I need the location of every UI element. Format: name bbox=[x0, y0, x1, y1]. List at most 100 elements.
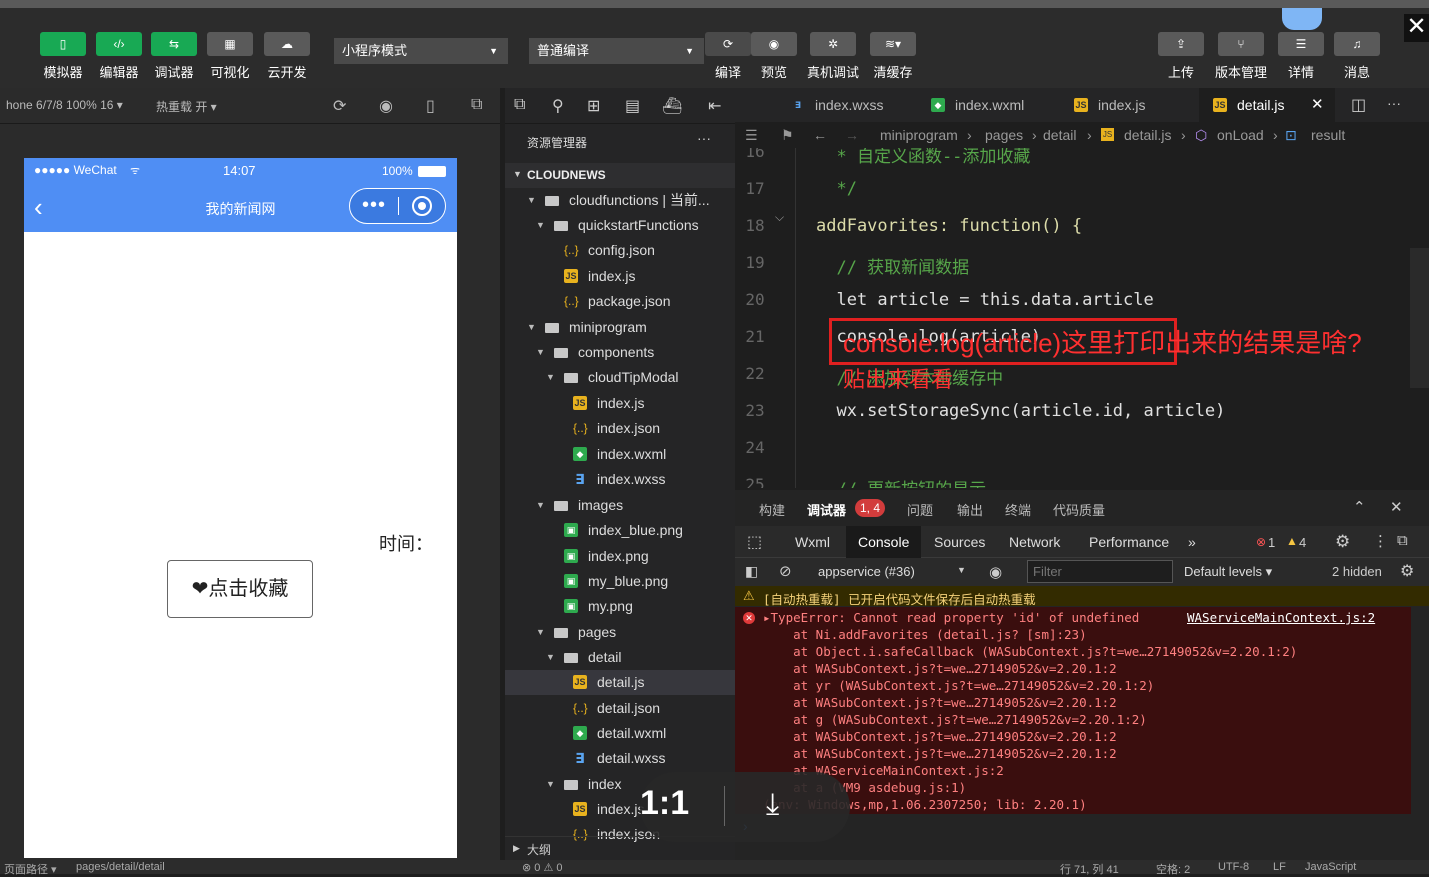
tab-index-js[interactable]: JS index.js bbox=[1060, 88, 1197, 122]
language-mode[interactable]: JavaScript bbox=[1305, 861, 1356, 873]
cursor-position[interactable]: 行 71, 列 41 bbox=[1060, 861, 1119, 877]
line-ending[interactable]: LF bbox=[1273, 861, 1286, 873]
dock-icon[interactable]: ⧉ bbox=[1397, 532, 1408, 549]
stop-icon[interactable]: ◉ bbox=[379, 96, 393, 116]
error-source-link[interactable]: WAServiceMainContext.js:2 bbox=[1187, 610, 1375, 625]
panel-icon[interactable]: ⇤ bbox=[708, 96, 721, 116]
more-icon[interactable]: ••• bbox=[362, 195, 386, 215]
tab-code-quality[interactable]: 代码质量 bbox=[1053, 500, 1105, 519]
tab-terminal[interactable]: 终端 bbox=[1005, 500, 1031, 519]
more-icon[interactable]: ··· bbox=[1387, 95, 1401, 111]
fold-icon[interactable]: ⌵ bbox=[775, 210, 784, 225]
folder-item[interactable]: ▼ cloudTipModal bbox=[505, 365, 735, 390]
tab-sources[interactable]: Sources bbox=[934, 534, 985, 550]
tab-index-wxml[interactable]: ◆ index.wxml bbox=[917, 88, 1057, 122]
cloud-dev-button[interactable]: ☁ 云开发 bbox=[264, 32, 310, 81]
editor-button[interactable]: ‹/› 编辑器 bbox=[96, 32, 142, 81]
download-icon[interactable]: ⤓ bbox=[766, 788, 779, 822]
folder-item[interactable]: ▼ images bbox=[505, 493, 735, 518]
debugger-button[interactable]: ⇆ 调试器 bbox=[151, 32, 197, 81]
file-item[interactable]: ◆ detail.wxml bbox=[505, 721, 735, 746]
tab-detail-js[interactable]: JS detail.js ✕ bbox=[1199, 88, 1335, 122]
device-select[interactable]: hone 6/7/8 100% 16 ▾ bbox=[6, 98, 123, 112]
close-icon[interactable]: ✕ bbox=[1311, 88, 1324, 122]
file-item[interactable]: JS index.js bbox=[505, 264, 735, 289]
files-icon[interactable]: ⧉ bbox=[514, 96, 525, 114]
tab-wxml[interactable]: Wxml bbox=[795, 534, 830, 550]
back-arrow-icon[interactable]: ← bbox=[813, 122, 827, 148]
kebab-icon[interactable]: ⋮ bbox=[1373, 532, 1388, 550]
tab-console[interactable]: Console bbox=[858, 534, 909, 550]
search-icon[interactable]: ⚲ bbox=[552, 96, 564, 116]
add-favorite-button[interactable]: ❤点击收藏 bbox=[167, 560, 313, 618]
compile-select[interactable]: 普通编译 ▼ bbox=[529, 38, 704, 64]
problems-count[interactable]: ⊗ 0 ⚠ 0 bbox=[522, 861, 562, 874]
file-item[interactable]: ▣ my.png bbox=[505, 594, 735, 619]
indentation[interactable]: 空格: 2 bbox=[1156, 861, 1190, 877]
file-item[interactable]: {..} index.json bbox=[505, 416, 735, 441]
remote-debug-button[interactable]: ✲ 真机调试 bbox=[807, 32, 859, 81]
mode-select[interactable]: 小程序模式 ▼ bbox=[334, 38, 508, 64]
file-item[interactable]: {..} config.json bbox=[505, 238, 735, 263]
root-folder[interactable]: ▼ CLOUDNEWS bbox=[505, 163, 735, 188]
scrollbar[interactable] bbox=[1410, 248, 1429, 388]
preview-button[interactable]: ◉ 预览 bbox=[751, 32, 797, 81]
messages-button[interactable]: ♫ 消息 bbox=[1334, 32, 1380, 81]
tab-network[interactable]: Network bbox=[1009, 534, 1060, 550]
git-icon[interactable]: ⊞ bbox=[587, 96, 600, 116]
sidebar-toggle-icon[interactable]: ◧ bbox=[745, 563, 758, 580]
version-button[interactable]: ⑂ 版本管理 bbox=[1215, 32, 1267, 81]
gear-icon[interactable]: ⚙ bbox=[1335, 532, 1350, 552]
debug-icon[interactable]: ▤ bbox=[625, 96, 640, 116]
eye-icon[interactable]: ◉ bbox=[989, 563, 1002, 581]
visual-button[interactable]: ▦ 可视化 bbox=[207, 32, 253, 81]
file-item[interactable]: ∃ detail.wxss bbox=[505, 746, 735, 771]
tab-index-wxss[interactable]: ∃ index.wxss bbox=[777, 88, 915, 122]
avatar[interactable] bbox=[1282, 8, 1322, 30]
file-item[interactable]: {..} detail.json bbox=[505, 696, 735, 721]
folder-item[interactable]: ▼ pages bbox=[505, 620, 735, 645]
refresh-icon[interactable]: ⟳ bbox=[333, 96, 346, 116]
tab-problems[interactable]: 问题 bbox=[907, 500, 933, 519]
console-settings-icon[interactable]: ⚙ bbox=[1400, 561, 1414, 581]
folder-item[interactable]: ▼ cloudfunctions | 当前... bbox=[505, 188, 735, 213]
file-item[interactable]: ▣ my_blue.png bbox=[505, 569, 735, 594]
more-tabs[interactable]: » bbox=[1188, 534, 1196, 550]
extensions-icon[interactable]: ⛴ bbox=[662, 96, 682, 116]
close-icon[interactable]: ✕ bbox=[1390, 498, 1403, 516]
tab-output[interactable]: 输出 bbox=[957, 500, 983, 519]
file-item[interactable]: ▣ index_blue.png bbox=[505, 518, 735, 543]
folder-item[interactable]: ▼ miniprogram bbox=[505, 315, 735, 340]
clear-console-icon[interactable]: ⊘ bbox=[779, 562, 792, 580]
file-item[interactable]: JS index.js bbox=[505, 391, 735, 416]
filter-input[interactable] bbox=[1027, 560, 1173, 583]
file-item[interactable]: JS detail.js bbox=[505, 670, 735, 695]
file-item[interactable]: ▣ index.png bbox=[505, 544, 735, 569]
zoom-ratio[interactable]: 1:1 bbox=[640, 784, 689, 823]
more-icon[interactable]: ··· bbox=[697, 130, 711, 146]
bookmark-icon[interactable]: ⚑ bbox=[781, 122, 794, 148]
close-capsule-icon[interactable] bbox=[412, 196, 432, 216]
context-select[interactable]: appservice (#36) bbox=[818, 564, 915, 579]
close-icon[interactable]: ✕ bbox=[1404, 14, 1429, 42]
encoding[interactable]: UTF-8 bbox=[1218, 861, 1249, 873]
simulator-button[interactable]: ▯ 模拟器 bbox=[40, 32, 86, 81]
compile-button[interactable]: ⟳ 编译 bbox=[705, 32, 751, 81]
tab-debugger[interactable]: 调试器 bbox=[807, 500, 846, 519]
levels-select[interactable]: Default levels ▾ bbox=[1184, 564, 1272, 580]
list-icon[interactable]: ☰ bbox=[745, 122, 758, 148]
file-item[interactable]: ◆ index.wxml bbox=[505, 442, 735, 467]
phone-icon[interactable]: ▯ bbox=[426, 96, 435, 116]
folder-item[interactable]: ▼ detail bbox=[505, 645, 735, 670]
inspect-icon[interactable]: ⬚ bbox=[747, 532, 762, 552]
upload-button[interactable]: ⇪ 上传 bbox=[1158, 32, 1204, 81]
clear-cache-button[interactable]: ≋▾ 清缓存 bbox=[870, 32, 916, 81]
forward-arrow-icon[interactable]: → bbox=[845, 122, 859, 148]
tab-performance[interactable]: Performance bbox=[1089, 534, 1169, 550]
file-item[interactable]: ∃ index.wxss bbox=[505, 467, 735, 492]
hot-reload-select[interactable]: 热重载 开 ▾ bbox=[156, 98, 217, 115]
file-item[interactable]: {..} package.json bbox=[505, 289, 735, 314]
folder-item[interactable]: ▼ quickstartFunctions bbox=[505, 213, 735, 238]
tab-build[interactable]: 构建 bbox=[759, 500, 785, 519]
split-editor-icon[interactable]: ◫ bbox=[1351, 95, 1366, 115]
